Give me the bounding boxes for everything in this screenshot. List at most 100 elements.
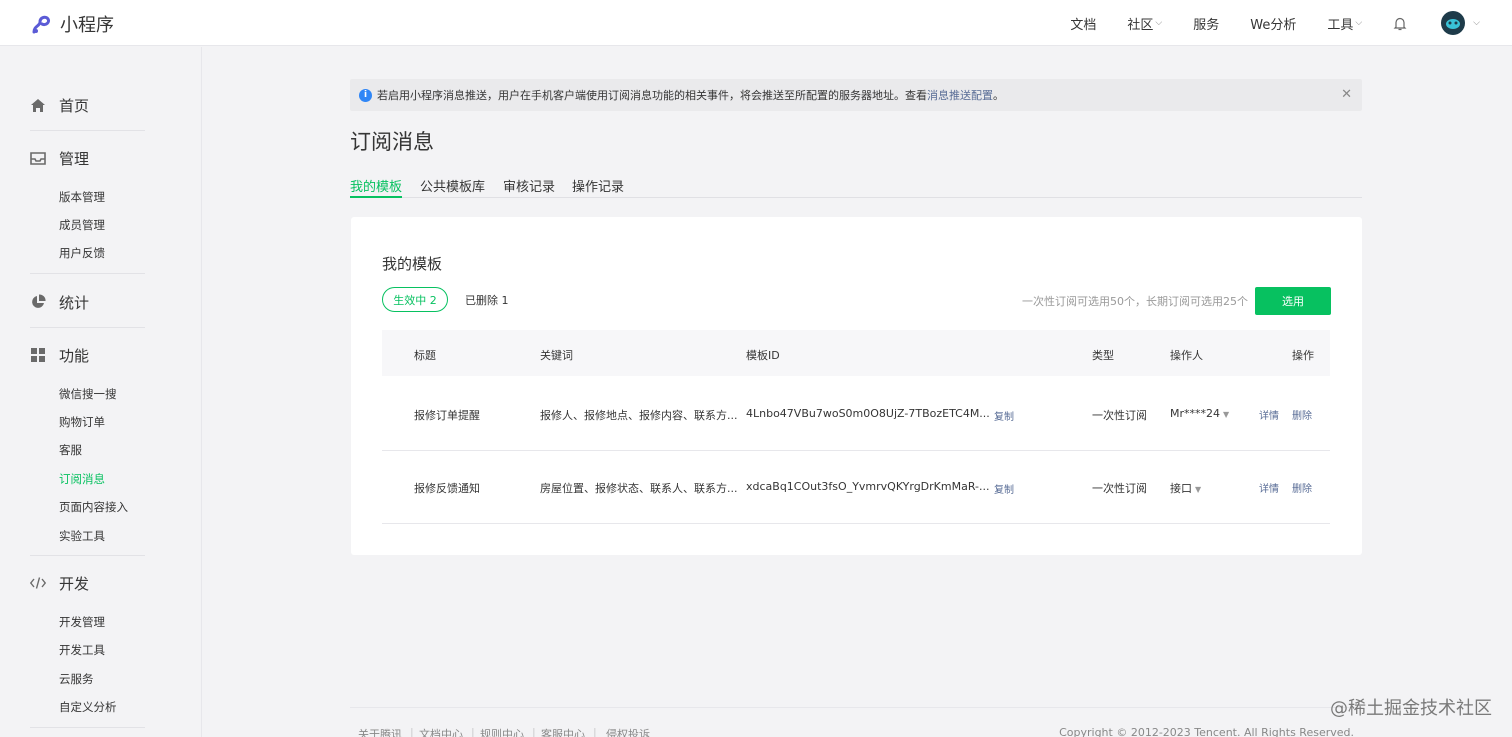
row-title: 报修反馈通知	[414, 482, 480, 495]
notice-text: 若启用小程序消息推送，用户在手机客户端使用订阅消息功能的相关事件，将会推送至所配…	[377, 89, 927, 102]
footer-link-service[interactable]: 客服中心	[541, 726, 585, 737]
tab-operation-records[interactable]: 操作记录	[572, 176, 624, 198]
deleted-filter[interactable]: 已删除 1	[465, 292, 509, 308]
footer-separator: |	[532, 726, 536, 737]
table-header: 标题 关键词 模板ID 类型 操作人 操作	[382, 330, 1330, 376]
row-template-id: xdcaBq1COut3fsO_YvmrvQKYrgDrKmMaR-...	[746, 480, 990, 493]
chevron-down-icon: ⌵	[1355, 18, 1363, 28]
sidebar-item-cloud[interactable]: 云服务	[59, 671, 94, 687]
sidebar-item-manage[interactable]: 管理	[30, 148, 89, 168]
miniprogram-logo-icon	[32, 15, 50, 34]
footer-separator: |	[593, 726, 597, 737]
notice-end: 。	[993, 89, 1004, 102]
row-type: 一次性订阅	[1092, 482, 1147, 495]
col-keywords: 关键词	[540, 349, 573, 362]
info-icon: i	[359, 88, 372, 102]
nav-weanalysis[interactable]: We分析	[1250, 14, 1296, 33]
row-type: 一次性订阅	[1092, 409, 1147, 422]
footer-link-rules[interactable]: 规则中心	[480, 726, 524, 737]
row-keywords: 房屋位置、报修状态、联系人、联系方...	[540, 482, 738, 495]
copy-link[interactable]: 复制	[994, 481, 1014, 496]
sidebar-item-stats[interactable]: 统计	[30, 292, 89, 312]
footer-link-complaint[interactable]: 侵权投诉	[606, 726, 650, 737]
col-template-id: 模板ID	[746, 349, 780, 362]
sidebar-item-dev-tools[interactable]: 开发工具	[59, 642, 105, 658]
tab-bar: 我的模板 公共模板库 审核记录 操作记录	[350, 176, 1362, 198]
active-filter-pill[interactable]: 生效中 2	[382, 287, 448, 312]
col-operator: 操作人	[1170, 349, 1203, 362]
tab-review-records[interactable]: 审核记录	[503, 176, 555, 198]
sidebar-item-members[interactable]: 成员管理	[59, 217, 105, 233]
caret-down-icon: ▼	[1223, 410, 1230, 419]
card-title: 我的模板	[382, 255, 443, 273]
copyright: Copyright © 2012-2023 Tencent. All Right…	[1059, 726, 1354, 737]
avatar	[1441, 11, 1466, 35]
sidebar-item-page-content[interactable]: 页面内容接入	[59, 499, 128, 515]
tab-public-library[interactable]: 公共模板库	[420, 176, 485, 198]
sidebar-item-lab-tools[interactable]: 实验工具	[59, 528, 105, 544]
divider	[30, 555, 145, 556]
operator-select[interactable]: 接口 ▼	[1170, 480, 1201, 496]
nav-services[interactable]: 服务	[1193, 14, 1219, 33]
row-template-id: 4Lnbo47VBu7woS0m0O8UjZ-7TBozETC4M...	[746, 407, 990, 420]
top-bar: 小程序 文档 社区 ⌵ 服务 We分析 工具 ⌵ ⌵	[0, 0, 1512, 46]
divider	[30, 130, 145, 131]
templates-card: 我的模板 生效中 2 已删除 1 一次性订阅可选用50个，长期订阅可选用25个 …	[351, 217, 1362, 555]
footer: 关于腾讯 | 文档中心 | 规则中心 | 客服中心 | 侵权投诉 Copyrig…	[350, 707, 1362, 737]
sidebar-item-label: 首页	[59, 96, 90, 115]
sidebar-item-custom-analysis[interactable]: 自定义分析	[59, 699, 117, 715]
quota-text: 一次性订阅可选用50个，长期订阅可选用25个	[1022, 295, 1248, 308]
nav-tools[interactable]: 工具 ⌵	[1327, 14, 1362, 33]
chevron-down-icon: ⌵	[1473, 18, 1480, 28]
sidebar-item-subscribe-message[interactable]: 订阅消息	[59, 471, 105, 487]
push-config-link[interactable]: 消息推送配置	[927, 87, 993, 103]
pie-chart-icon	[30, 294, 46, 310]
sidebar-item-version[interactable]: 版本管理	[59, 189, 105, 205]
logo[interactable]: 小程序	[30, 11, 114, 37]
sidebar-item-label: 开发	[59, 574, 90, 593]
close-icon[interactable]: ✕	[1341, 87, 1352, 102]
col-title: 标题	[414, 349, 436, 362]
sidebar-item-search[interactable]: 微信搜一搜	[59, 386, 117, 402]
sidebar-item-orders[interactable]: 购物订单	[59, 414, 105, 430]
sidebar: 首页 管理 版本管理 成员管理 用户反馈 统计 功能 微信搜一搜 购物订单 客服…	[0, 47, 202, 737]
nav-community[interactable]: 社区 ⌵	[1127, 14, 1162, 33]
home-icon	[30, 97, 46, 113]
sidebar-item-dev-manage[interactable]: 开发管理	[59, 614, 105, 630]
chevron-down-icon: ⌵	[1155, 18, 1163, 28]
delete-link[interactable]: 删除	[1292, 480, 1312, 495]
footer-link-docs[interactable]: 文档中心	[419, 726, 463, 737]
col-type: 类型	[1092, 349, 1114, 362]
divider	[30, 273, 145, 274]
nav-docs[interactable]: 文档	[1070, 14, 1096, 33]
sidebar-item-feedback[interactable]: 用户反馈	[59, 245, 105, 261]
sidebar-item-customer-service[interactable]: 客服	[59, 442, 82, 458]
sidebar-item-label: 功能	[59, 346, 90, 365]
grid-icon	[30, 347, 46, 363]
table-row: 报修反馈通知 房屋位置、报修状态、联系人、联系方... xdcaBq1COut3…	[382, 450, 1330, 524]
detail-link[interactable]: 详情	[1259, 407, 1279, 422]
sidebar-item-features[interactable]: 功能	[30, 345, 89, 365]
page-title: 订阅消息	[350, 130, 434, 154]
row-title: 报修订单提醒	[414, 409, 480, 422]
top-nav: 文档 社区 ⌵ 服务 We分析 工具 ⌵ ⌵	[1070, 0, 1512, 46]
sidebar-item-home[interactable]: 首页	[30, 95, 89, 115]
sidebar-item-dev[interactable]: 开发	[30, 573, 89, 593]
delete-link[interactable]: 删除	[1292, 407, 1312, 422]
account-menu[interactable]: ⌵	[1441, 11, 1480, 35]
footer-link-about[interactable]: 关于腾讯	[358, 726, 402, 737]
sidebar-item-label: 统计	[59, 293, 90, 312]
code-icon	[30, 575, 46, 591]
logo-text: 小程序	[60, 15, 114, 36]
table-row: 报修订单提醒 报修人、报修地点、报修内容、联系方... 4Lnbo47VBu7w…	[382, 377, 1330, 451]
watermark: @稀土掘金技术社区	[1330, 698, 1492, 719]
copy-link[interactable]: 复制	[994, 408, 1014, 423]
footer-separator: |	[410, 726, 414, 737]
sidebar-item-label: 管理	[59, 149, 90, 168]
operator-select[interactable]: Mr****24 ▼	[1170, 407, 1229, 420]
detail-link[interactable]: 详情	[1259, 480, 1279, 495]
select-template-button[interactable]: 选用	[1255, 287, 1331, 315]
tab-my-templates[interactable]: 我的模板	[350, 176, 403, 198]
divider	[30, 727, 145, 728]
bell-icon[interactable]	[1393, 16, 1407, 31]
